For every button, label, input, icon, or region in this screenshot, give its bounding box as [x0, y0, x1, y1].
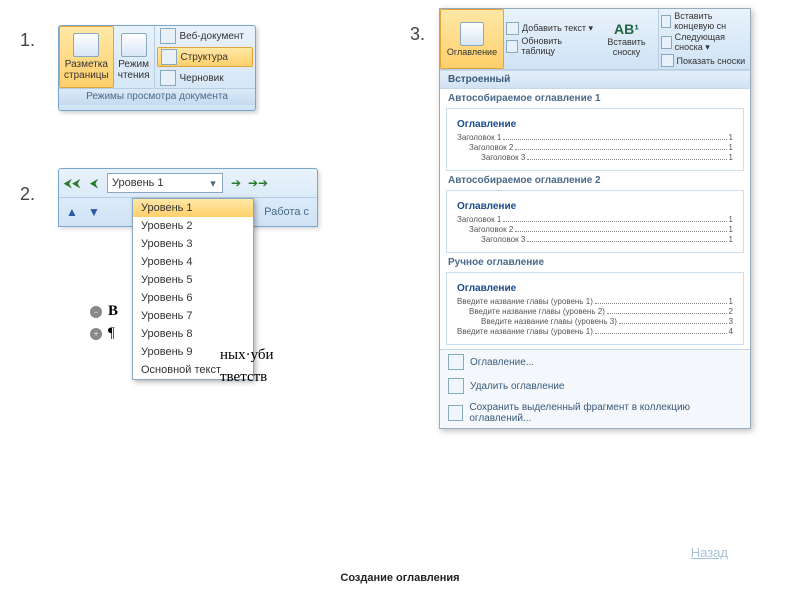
next-footnote-button[interactable]: Следующая сноска ▾	[661, 32, 749, 53]
endnote-icon	[661, 15, 672, 28]
page-layout-icon	[73, 33, 99, 57]
step-number-3: 3.	[410, 24, 425, 45]
toc-icon	[460, 22, 484, 46]
toc-remove-menu[interactable]: Удалить оглавление	[440, 374, 750, 398]
toc-line: Введите название главы (уровень 3)3	[457, 316, 733, 326]
show-footnotes-icon	[661, 54, 674, 67]
step-number-1: 1.	[20, 30, 35, 51]
toc-line: Введите название главы (уровень 2)2	[457, 306, 733, 316]
toc-line: Заголовок 21	[457, 142, 733, 152]
slide-title: Создание оглавления	[0, 572, 800, 584]
level-option[interactable]: Уровень 4	[133, 253, 253, 271]
toc-line: Введите название главы (уровень 1)1	[457, 296, 733, 306]
view-modes-panel: Разметка страницы Режим чтения Веб-докум…	[58, 25, 256, 111]
toc-line: Заголовок 11	[457, 132, 733, 142]
move-down-icon[interactable]: ▼	[85, 203, 103, 221]
insert-endnote-button[interactable]: Вставить концевую сн	[661, 11, 749, 31]
toc-menu-icon	[448, 354, 464, 370]
add-text-button[interactable]: Добавить текст ▾	[506, 22, 594, 35]
view-page-layout-button[interactable]: Разметка страницы	[59, 26, 114, 88]
level-option[interactable]: Уровень 5	[133, 271, 253, 289]
promote-to-top-icon[interactable]: ⮜⮜	[63, 174, 81, 192]
draft-icon	[160, 70, 176, 86]
view-reading-mode-button[interactable]: Режим чтения	[114, 26, 155, 88]
toc-line: Заголовок 31	[457, 234, 733, 244]
references-ribbon: Оглавление Добавить текст ▾ Обновить таб…	[440, 9, 750, 70]
toc-gallery-panel: Оглавление Добавить текст ▾ Обновить таб…	[439, 8, 751, 429]
toc-line: Заголовок 21	[457, 224, 733, 234]
toc-save-gallery-menu[interactable]: Сохранить выделенный фрагмент в коллекци…	[440, 398, 750, 428]
level-option[interactable]: Уровень 1	[133, 199, 253, 217]
builtin-section-header: Встроенный	[440, 70, 750, 89]
promote-icon[interactable]: ⮜	[85, 174, 103, 192]
chevron-down-icon: ▾	[206, 177, 220, 190]
insert-footnote-button[interactable]: AB¹ Вставить сноску	[596, 9, 659, 69]
outline-level-value: Уровень 1	[112, 177, 164, 189]
minus-circle-icon: −	[90, 306, 102, 318]
plus-circle-icon: +	[90, 328, 102, 340]
ab-icon: AB¹	[614, 21, 639, 37]
view-draft-label: Черновик	[180, 73, 224, 84]
work-with-label: Работа с	[264, 206, 313, 218]
toc-preview[interactable]: Оглавление Заголовок 11Заголовок 21Заголо…	[446, 108, 744, 171]
web-document-icon	[160, 28, 176, 44]
add-text-icon	[506, 22, 519, 35]
toc-preview[interactable]: Оглавление Заголовок 11Заголовок 21Заголо…	[446, 190, 744, 253]
toc-button[interactable]: Оглавление	[440, 9, 504, 69]
toc-line: Введите название главы (уровень 1)4	[457, 326, 733, 336]
view-page-layout-label: Разметка страницы	[64, 59, 109, 81]
toc-heading: Оглавление	[457, 119, 733, 130]
next-footnote-icon	[661, 36, 672, 49]
view-modes-caption[interactable]: Режимы просмотра документа	[59, 88, 255, 105]
toc-line: Заголовок 11	[457, 214, 733, 224]
toc-line: Заголовок 31	[457, 152, 733, 162]
update-icon	[506, 40, 518, 53]
toc-preview-title: Автособираемое оглавление 1	[448, 93, 742, 104]
view-web-document-label: Веб-документ	[180, 31, 245, 42]
back-link[interactable]: Назад	[691, 545, 728, 560]
document-fragment: −В +¶ ных·уби тветств	[90, 300, 274, 388]
toc-preview[interactable]: Оглавление Введите название главы (уровен…	[446, 272, 744, 345]
remove-icon	[448, 378, 464, 394]
demote-icon[interactable]: ➔	[227, 174, 245, 192]
view-reading-mode-label: Режим чтения	[118, 59, 150, 81]
level-option[interactable]: Уровень 3	[133, 235, 253, 253]
view-outline-label: Структура	[181, 52, 228, 63]
step-number-2: 2.	[20, 184, 35, 205]
save-gallery-icon	[448, 405, 463, 421]
view-draft-button[interactable]: Черновик	[157, 69, 254, 87]
move-up-icon[interactable]: ▲	[63, 203, 81, 221]
toc-heading: Оглавление	[457, 283, 733, 294]
outline-level-combo[interactable]: Уровень 1 ▾	[107, 173, 223, 193]
toc-heading: Оглавление	[457, 201, 733, 212]
toc-preview-title: Ручное оглавление	[448, 257, 742, 268]
update-table-button[interactable]: Обновить таблицу	[506, 36, 594, 56]
reading-mode-icon	[121, 33, 147, 57]
demote-to-body-icon[interactable]: ➔➔	[249, 174, 267, 192]
level-option[interactable]: Уровень 2	[133, 217, 253, 235]
view-outline-button[interactable]: Структура	[157, 47, 254, 67]
show-footnotes-button[interactable]: Показать сноски	[661, 54, 749, 67]
toc-custom-menu[interactable]: Оглавление...	[440, 350, 750, 374]
toc-preview-title: Автособираемое оглавление 2	[448, 175, 742, 186]
outline-icon	[161, 49, 177, 65]
view-web-document-button[interactable]: Веб-документ	[157, 27, 254, 45]
